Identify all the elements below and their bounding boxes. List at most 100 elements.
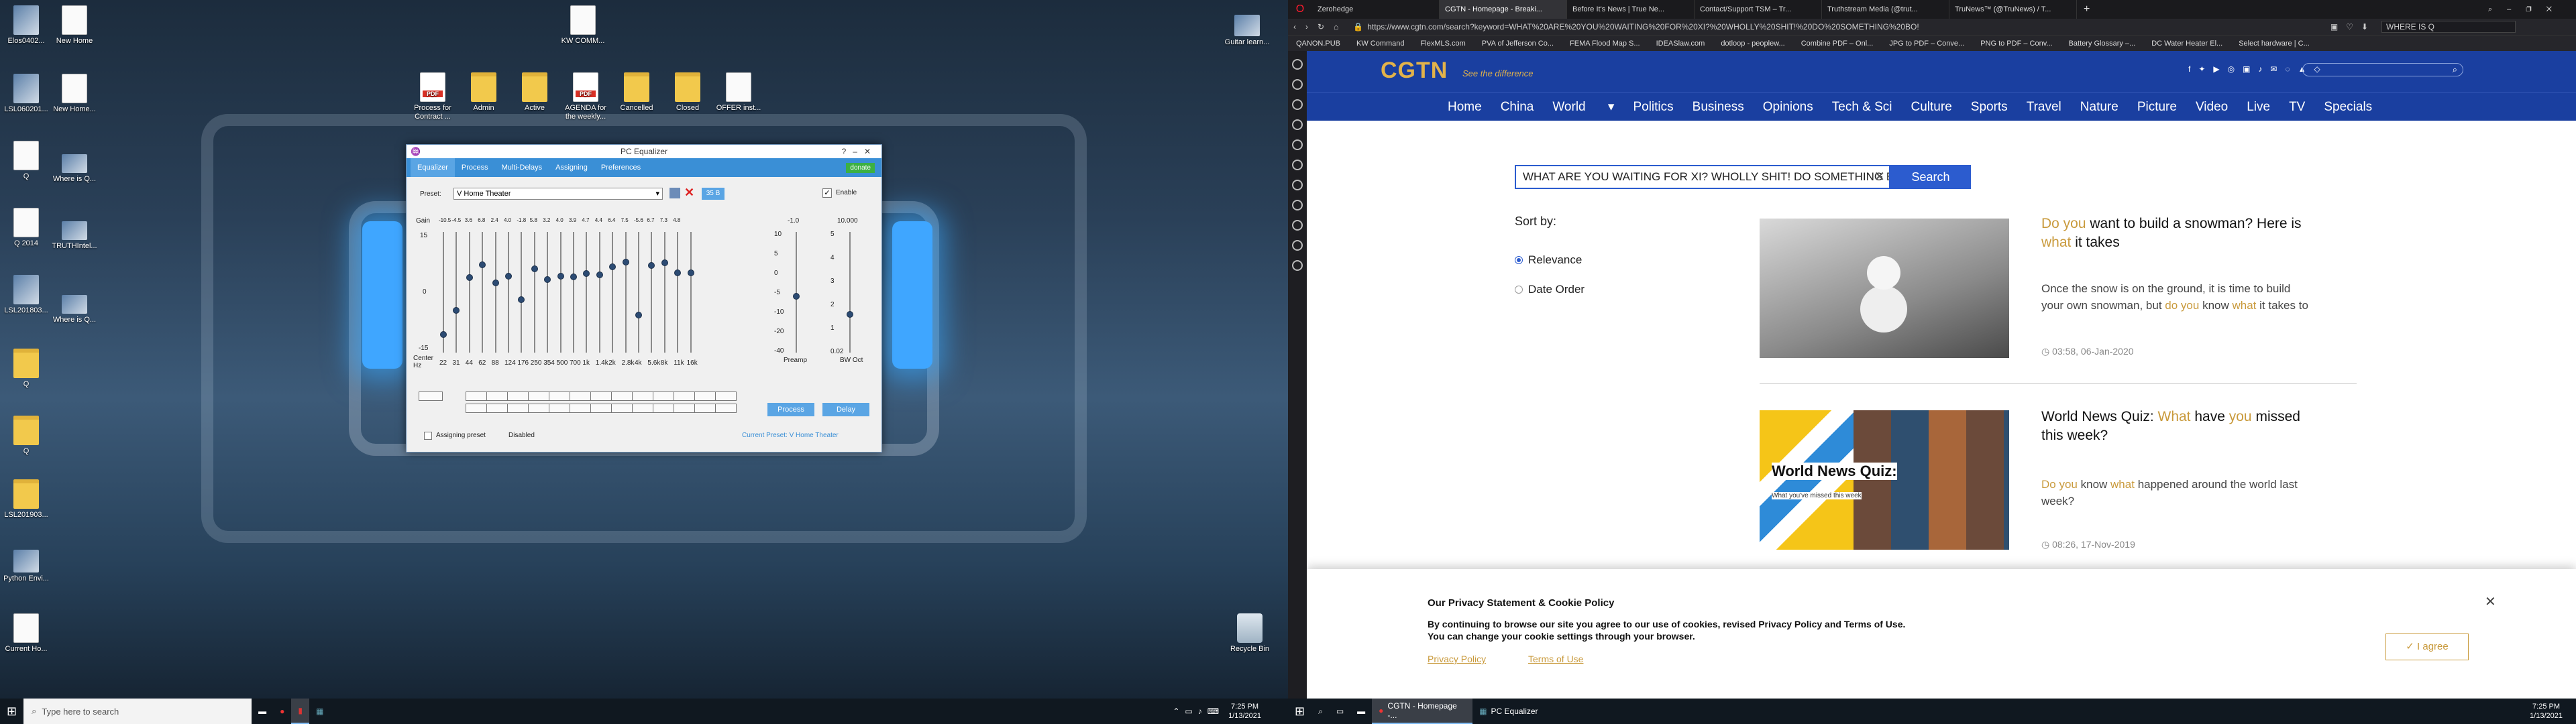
header-search-input[interactable]: ⌕ [2302, 63, 2463, 76]
desktop-icon[interactable]: Admin [458, 72, 510, 113]
band-slider-track[interactable] [533, 232, 535, 353]
band-slider-knob[interactable] [609, 263, 616, 270]
window-titlebar[interactable]: ♒ PC Equalizer ?–✕ [407, 145, 881, 158]
delete-preset-icon[interactable]: ✕ [684, 186, 694, 200]
tab-assigning[interactable]: Assigning [549, 158, 594, 177]
band-filter-button[interactable] [486, 404, 508, 413]
tab-equalizer[interactable]: Equalizer [411, 158, 455, 177]
privacy-policy-link[interactable]: Privacy Policy [1428, 654, 1486, 664]
clock[interactable]: 7:25 PM 1/13/2021 [1228, 702, 1261, 721]
pc-equalizer-window[interactable]: ♒ PC Equalizer ?–✕ Equalizer Process Mul… [406, 144, 882, 452]
desktop-icon[interactable]: Current Ho... [0, 613, 52, 654]
bookmark-item[interactable]: PVA of Jefferson Co... [1474, 40, 1562, 48]
band-filter-button[interactable] [486, 391, 508, 401]
window-controls[interactable]: ⌕–❐✕ [2488, 5, 2576, 14]
band-slider-track[interactable] [625, 232, 627, 353]
nav-china[interactable]: China [1501, 100, 1534, 115]
band-filter-button[interactable] [507, 391, 529, 401]
enable-checkbox[interactable]: ✓ [822, 188, 832, 198]
band-slider-track[interactable] [482, 232, 484, 353]
band-slider-knob[interactable] [635, 311, 642, 318]
file-explorer-icon[interactable]: ▬ [252, 699, 273, 724]
desktop-icon[interactable]: LSL201903... [0, 479, 52, 520]
band-slider-track[interactable] [455, 232, 458, 353]
app-taskbar-icon[interactable]: ▦ [309, 699, 330, 724]
band-slider-knob[interactable] [570, 273, 577, 280]
nav-buttons[interactable]: ‹›↻⌂ [1288, 22, 1353, 32]
bookmark-item[interactable]: FlexMLS.com [1413, 40, 1474, 48]
assigning-preset-checkbox[interactable] [424, 432, 432, 440]
band-slider-knob[interactable] [674, 269, 682, 277]
opera-icon[interactable]: ● [273, 699, 291, 724]
nav-business[interactable]: Business [1693, 100, 1744, 115]
nav-sports[interactable]: Sports [1971, 100, 2008, 115]
bookmark-item[interactable]: FEMA Flood Map S... [1562, 40, 1648, 48]
band-slider-track[interactable] [508, 232, 509, 353]
band-filter-button[interactable] [674, 404, 695, 413]
start-windows-icon[interactable]: ⊞ [0, 699, 23, 724]
bookmark-item[interactable]: dotloop - peoplew... [1713, 40, 1792, 48]
result-title[interactable]: Do you want to build a snowman? Here is … [2041, 215, 2323, 252]
url-field[interactable]: https://www.cgtn.com/search?keyword=WHAT… [1367, 22, 2159, 32]
taskbar-search-box[interactable]: ⌕ Type here to search [23, 699, 252, 724]
band-slider-knob[interactable] [505, 273, 512, 280]
preamp-slider-knob[interactable] [793, 293, 800, 300]
band-slider-knob[interactable] [531, 265, 538, 273]
i-agree-button[interactable]: ✓ I agree [2385, 634, 2469, 660]
sidebar-bookmarks-icon[interactable] [1292, 79, 1303, 90]
start-windows-icon[interactable]: ⊞ [1288, 699, 1311, 724]
preset-select[interactable]: V Home Theater [453, 188, 663, 200]
band-filter-button[interactable] [694, 404, 716, 413]
band-filter-button[interactable] [466, 404, 487, 413]
bookmark-item[interactable]: Battery Glossary –... [2061, 40, 2144, 48]
band-slider-knob[interactable] [440, 331, 447, 338]
band-filter-button[interactable] [611, 391, 633, 401]
sidebar-extensions-icon[interactable] [1292, 260, 1303, 271]
sidebar-settings-icon[interactable] [1292, 240, 1303, 251]
desktop-icon[interactable]: Q 2014 [0, 208, 52, 248]
band-filter-button[interactable] [528, 404, 549, 413]
new-tab-button[interactable]: + [2077, 3, 2096, 15]
sidebar-history-icon[interactable] [1292, 220, 1303, 231]
search-button[interactable]: Search [1890, 165, 1971, 189]
bookmark-item[interactable]: KW Command [1348, 40, 1413, 48]
delay-button[interactable]: Delay [822, 403, 869, 416]
opera-menu-icon[interactable]: O [1288, 3, 1312, 15]
band-filter-button[interactable] [674, 391, 695, 401]
sidebar-heart-icon[interactable] [1292, 200, 1303, 210]
tab-trunews-twitter[interactable]: TruNews™ (@TruNews) / T... [1949, 0, 2077, 19]
band-filter-button[interactable] [570, 391, 591, 401]
band-slider-knob[interactable] [518, 296, 525, 303]
nav-live[interactable]: Live [2247, 100, 2270, 115]
taskbar-item-equalizer[interactable]: ▦ PC Equalizer [1472, 699, 1573, 724]
band-slider-knob[interactable] [687, 269, 694, 277]
task-view-icon[interactable]: ▭ [1330, 699, 1350, 724]
desktop-icon[interactable]: LSL201803... [0, 275, 52, 315]
tab-truthstream-twitter[interactable]: Truthstream Media (@trut... [1822, 0, 1949, 19]
search-input[interactable]: WHAT ARE YOU WAITING FOR XI? WHOLLY SHIT… [1515, 165, 1890, 189]
desktop-icon[interactable]: Closed [661, 72, 714, 113]
save-preset-icon[interactable] [669, 188, 680, 198]
recycle-bin-icon[interactable]: Recycle Bin [1224, 613, 1276, 654]
band-filter-button[interactable] [549, 391, 570, 401]
bookmark-item[interactable]: QANON.PUB [1288, 40, 1348, 48]
band-slider-knob[interactable] [596, 271, 603, 278]
file-explorer-icon[interactable]: ▬ [1350, 699, 1372, 724]
equalizer-taskbar-icon[interactable]: ▮ [291, 699, 309, 724]
band-slider-track[interactable] [677, 232, 679, 353]
band-slider-track[interactable] [651, 232, 653, 353]
band-filter-button[interactable] [570, 404, 591, 413]
band-filter-button[interactable] [694, 391, 716, 401]
nav-specials[interactable]: Specials [2324, 100, 2372, 115]
donate-button[interactable]: donate [846, 162, 875, 173]
nav-picture[interactable]: Picture [2137, 100, 2177, 115]
sort-date-option[interactable]: Date Order [1515, 283, 1585, 296]
band-slider-knob[interactable] [661, 259, 668, 267]
result-title[interactable]: World News Quiz: What have you missed th… [2041, 408, 2323, 445]
tab-multi-delays[interactable]: Multi-Delays [495, 158, 549, 177]
desktop-icon[interactable]: Q [0, 349, 52, 389]
band-slider-track[interactable] [638, 232, 639, 353]
band-filter-button[interactable] [653, 391, 674, 401]
sidebar-messenger-icon[interactable] [1292, 99, 1303, 110]
search-icon[interactable]: ⌕ [1311, 699, 1330, 724]
